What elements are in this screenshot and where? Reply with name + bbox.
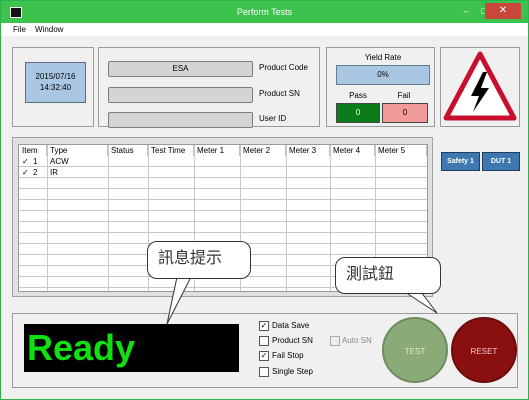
callout-pointers [166,276,438,325]
app-window: Perform Tests – □ ✕ File Window 2015/07/… [0,0,529,400]
test-button-hint-callout: 測試鈕 [335,257,441,294]
message-hint-callout: 訊息提示 [147,241,251,279]
